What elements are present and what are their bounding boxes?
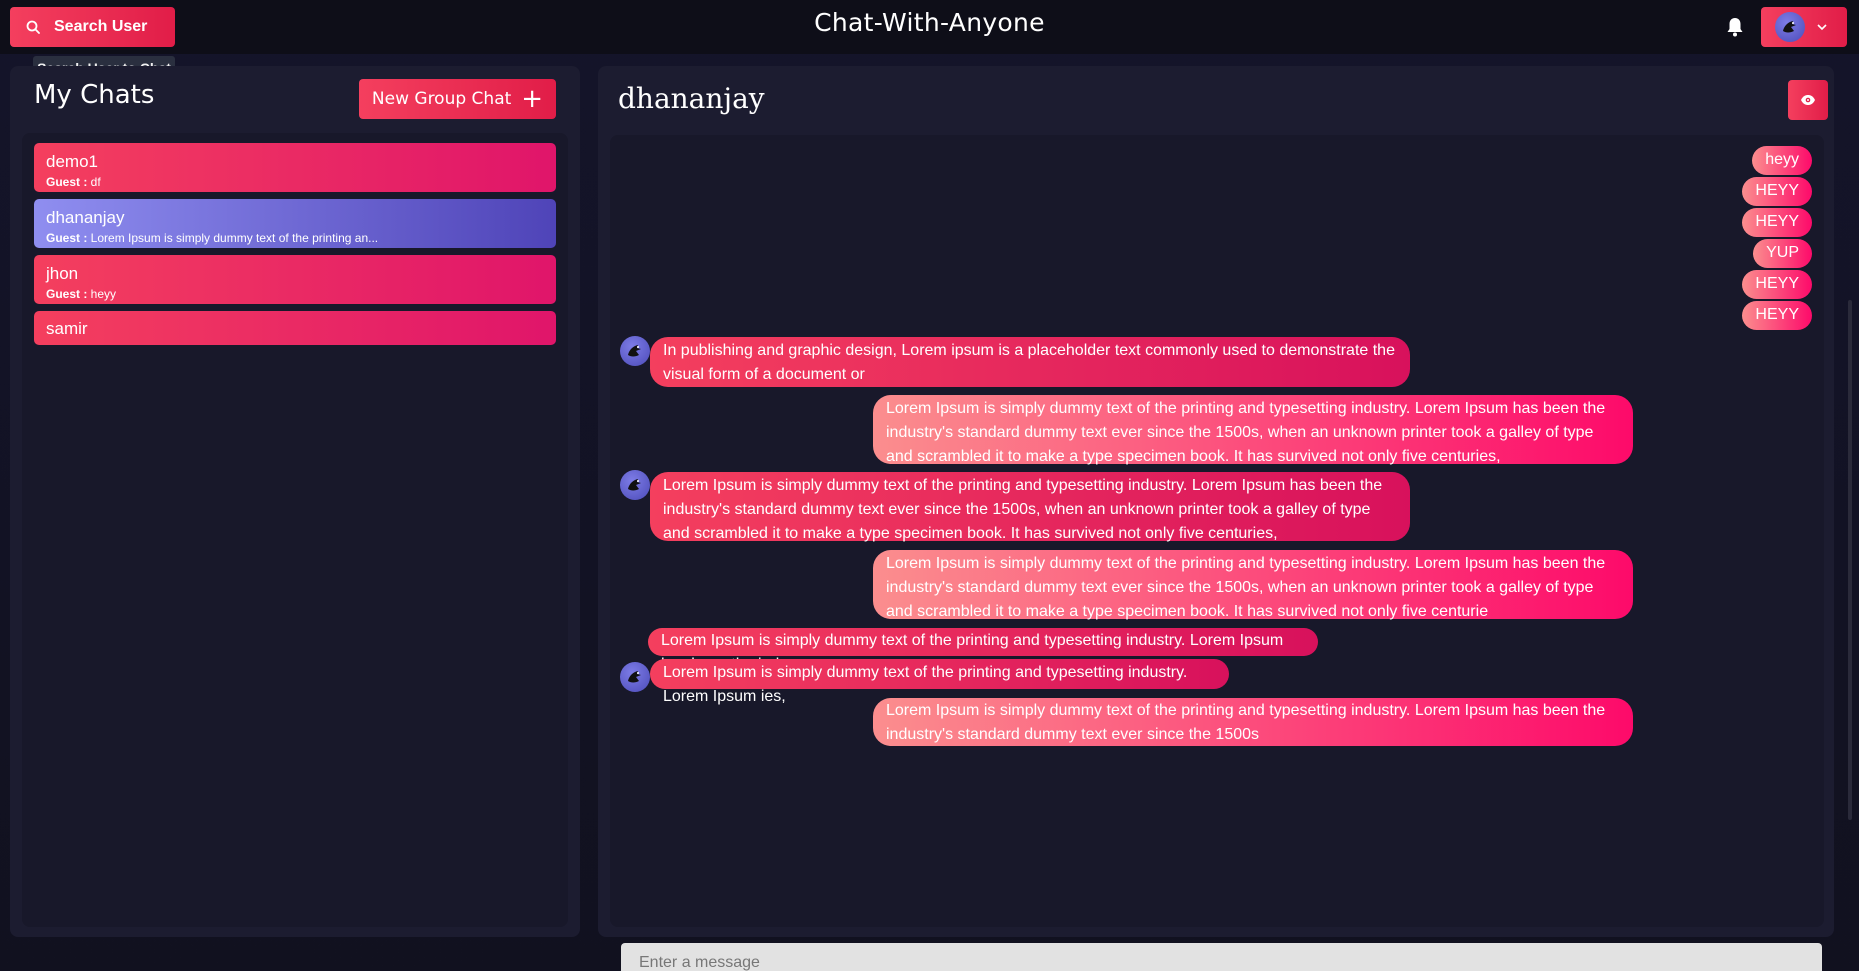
message-received: Lorem Ipsum is simply dummy text of the … bbox=[650, 472, 1410, 542]
chat-preview-text: df bbox=[87, 175, 101, 189]
message-sent: YUP bbox=[1753, 239, 1812, 268]
top-bar: Search User Chat-With-Anyone bbox=[0, 0, 1859, 54]
chat-item-dhananjay[interactable]: dhananjay Guest : Lorem Ipsum is simply … bbox=[34, 199, 556, 248]
chat-panel: dhananjay heyy HEYY HEYY YUP HEYY HEYY I… bbox=[598, 66, 1834, 971]
message-sent: Lorem Ipsum is simply dummy text of the … bbox=[873, 698, 1633, 746]
message-sent: Lorem Ipsum is simply dummy text of the … bbox=[873, 550, 1633, 620]
eye-icon bbox=[1801, 95, 1815, 105]
chat-name: dhananjay bbox=[46, 208, 125, 227]
message-received: In publishing and graphic design, Lorem … bbox=[650, 337, 1410, 387]
sender-avatar bbox=[620, 336, 650, 366]
new-group-chat-button[interactable]: New Group Chat + bbox=[359, 79, 556, 119]
profile-menu-button[interactable] bbox=[1761, 7, 1847, 47]
message-list: heyy HEYY HEYY YUP HEYY HEYY In publishi… bbox=[610, 135, 1824, 971]
chat-list: demo1 Guest : df dhananjay Guest : Lorem… bbox=[22, 133, 568, 927]
my-chats-title: My Chats bbox=[34, 80, 155, 110]
chevron-down-icon bbox=[1817, 24, 1827, 31]
chat-preview-sender: Guest : bbox=[46, 231, 88, 245]
app-title: Chat-With-Anyone bbox=[814, 8, 1045, 37]
chat-preview-text: heyy bbox=[87, 287, 117, 301]
chat-item-samir[interactable]: samir bbox=[34, 311, 556, 345]
avatar bbox=[1775, 12, 1805, 42]
chat-name: demo1 bbox=[46, 152, 98, 171]
chat-name: samir bbox=[46, 319, 88, 338]
message-sent: HEYY bbox=[1742, 177, 1812, 206]
chat-preview: Guest : heyy bbox=[46, 287, 544, 301]
user-avatar-icon bbox=[1783, 21, 1796, 33]
bell-icon[interactable] bbox=[1724, 16, 1746, 38]
my-chats-panel: My Chats New Group Chat + demo1 Guest : … bbox=[10, 66, 580, 937]
sender-avatar bbox=[620, 470, 650, 500]
scrollbar[interactable] bbox=[1848, 300, 1852, 820]
message-sent: HEYY bbox=[1742, 301, 1812, 330]
message-sent: heyy bbox=[1752, 146, 1812, 175]
chat-preview-sender: Guest : bbox=[46, 287, 88, 301]
message-received: Lorem Ipsum is simply dummy text of the … bbox=[650, 659, 1229, 705]
message-received: Lorem Ipsum is simply dummy text of the … bbox=[648, 628, 1318, 673]
sender-avatar bbox=[620, 662, 650, 692]
chat-preview-text: Lorem Ipsum is simply dummy text of the … bbox=[87, 231, 379, 245]
message-sent: HEYY bbox=[1742, 270, 1812, 299]
chat-name: jhon bbox=[46, 264, 79, 283]
user-avatar-icon bbox=[628, 479, 641, 491]
chat-item-jhon[interactable]: jhon Guest : heyy bbox=[34, 255, 556, 304]
user-avatar-icon bbox=[628, 345, 641, 357]
new-group-chat-label: New Group Chat bbox=[371, 89, 512, 109]
plus-icon: + bbox=[521, 84, 544, 114]
message-sent: HEYY bbox=[1742, 208, 1812, 237]
chat-preview-sender: Guest : bbox=[46, 175, 88, 189]
view-profile-button[interactable] bbox=[1788, 80, 1828, 120]
chat-preview: Guest : df bbox=[46, 175, 544, 189]
chat-preview: Guest : Lorem Ipsum is simply dummy text… bbox=[46, 231, 544, 245]
user-avatar-icon bbox=[628, 671, 641, 683]
chat-title: dhananjay bbox=[618, 82, 765, 115]
chat-item-demo1[interactable]: demo1 Guest : df bbox=[34, 143, 556, 192]
message-input[interactable] bbox=[621, 943, 1822, 971]
message-sent: Lorem Ipsum is simply dummy text of the … bbox=[873, 395, 1633, 465]
